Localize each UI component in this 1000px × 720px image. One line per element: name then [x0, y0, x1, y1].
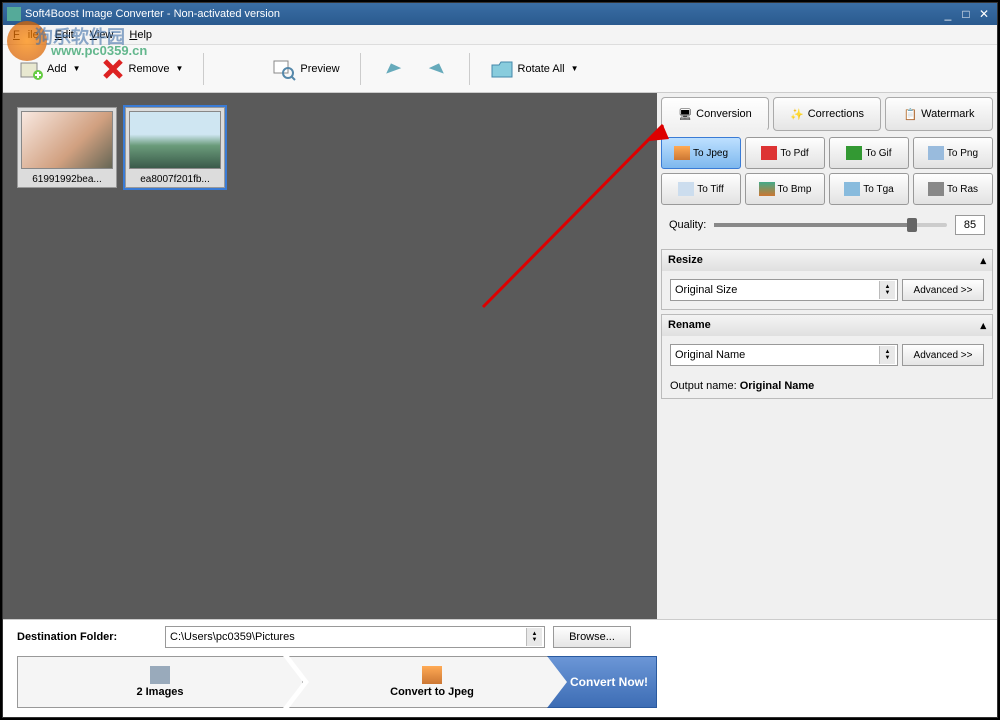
rename-advanced-button[interactable]: Advanced >>	[902, 344, 984, 366]
maximize-button[interactable]: □	[957, 7, 975, 21]
remove-button[interactable]: Remove ▼	[95, 53, 190, 85]
separator	[469, 53, 470, 85]
rename-section: Rename ▴ Original Name ▲▼ Advanced >> Ou…	[661, 314, 993, 399]
gif-icon	[846, 146, 862, 160]
add-button[interactable]: Add ▼	[13, 53, 87, 85]
destination-label: Destination Folder:	[17, 631, 157, 643]
collapse-icon: ▴	[980, 319, 986, 332]
collapse-icon: ▴	[980, 254, 986, 267]
rotate-left-icon	[381, 57, 405, 81]
rotate-left-button[interactable]	[375, 53, 411, 85]
resize-advanced-button[interactable]: Advanced >>	[902, 279, 984, 301]
tga-icon	[844, 182, 860, 196]
stamp-icon: 📋	[903, 108, 917, 121]
destination-path[interactable]: C:\Users\pc0359\Pictures ▲▼	[165, 626, 545, 648]
thumbnail[interactable]: ea8007f201fb...	[125, 107, 225, 188]
quality-label: Quality:	[669, 219, 706, 231]
menu-help[interactable]: Help	[125, 28, 156, 42]
tab-watermark[interactable]: 📋 Watermark	[885, 97, 993, 131]
format-bmp[interactable]: To Bmp	[745, 173, 825, 205]
title-bar: Soft4Boost Image Converter - Non-activat…	[3, 3, 997, 25]
spinner-icon[interactable]: ▲▼	[879, 281, 895, 299]
wand-icon: ✨	[790, 108, 804, 121]
thumbnail-image	[129, 111, 221, 169]
menu-edit[interactable]: Edit	[51, 28, 78, 42]
format-gif[interactable]: To Gif	[829, 137, 909, 169]
window-title: Soft4Boost Image Converter - Non-activat…	[25, 8, 939, 20]
add-label: Add	[47, 63, 67, 75]
thumbnail-area[interactable]: 61991992bea... ea8007f201fb...	[3, 93, 657, 619]
bottom-panel: Destination Folder: C:\Users\pc0359\Pict…	[3, 619, 997, 717]
tab-conversion[interactable]: 🖥 Conversion	[661, 97, 769, 131]
jpeg-icon	[422, 666, 442, 684]
output-name-row: Output name: Original Name	[662, 374, 992, 398]
annotation-arrow	[443, 117, 673, 327]
separator	[360, 53, 361, 85]
rename-header[interactable]: Rename ▴	[662, 315, 992, 336]
browse-button[interactable]: Browse...	[553, 626, 631, 648]
thumbnail-image	[21, 111, 113, 169]
step-images[interactable]: 2 Images	[17, 656, 303, 708]
separator	[203, 53, 204, 85]
preview-label: Preview	[300, 63, 339, 75]
menu-file[interactable]: File	[9, 28, 43, 42]
resize-header[interactable]: Resize ▴	[662, 250, 992, 271]
rotate-all-label: Rotate All	[518, 63, 565, 75]
menu-bar: File Edit View Help	[3, 25, 997, 45]
format-tga[interactable]: To Tga	[829, 173, 909, 205]
toolbar: Add ▼ Remove ▼ Preview Rotate All ▼	[3, 45, 997, 93]
pdf-icon	[761, 146, 777, 160]
images-icon	[150, 666, 170, 684]
spinner-icon[interactable]: ▲▼	[879, 346, 895, 364]
spinner-icon[interactable]: ▲▼	[526, 628, 542, 646]
chevron-down-icon: ▼	[175, 64, 183, 73]
menu-view[interactable]: View	[86, 28, 118, 42]
thumbnail-caption: 61991992bea...	[18, 172, 116, 187]
format-png[interactable]: To Png	[913, 137, 993, 169]
monitor-icon: 🖥	[678, 108, 692, 121]
format-jpeg[interactable]: To Jpeg	[661, 137, 741, 169]
step-format[interactable]: Convert to Jpeg	[289, 656, 575, 708]
side-panel: 🖥 Conversion ✨ Corrections 📋 Watermark T…	[657, 93, 997, 619]
add-icon	[19, 57, 43, 81]
rotate-right-icon	[425, 57, 449, 81]
tiff-icon	[678, 182, 694, 196]
folder-icon	[490, 57, 514, 81]
preview-button[interactable]: Preview	[266, 53, 345, 85]
rename-select[interactable]: Original Name ▲▼	[670, 344, 898, 366]
minimize-button[interactable]: _	[939, 7, 957, 21]
tab-corrections[interactable]: ✨ Corrections	[773, 97, 881, 131]
format-tiff[interactable]: To Tiff	[661, 173, 741, 205]
resize-select[interactable]: Original Size ▲▼	[670, 279, 898, 301]
rotate-all-button[interactable]: Rotate All ▼	[484, 53, 585, 85]
thumbnail-caption: ea8007f201fb...	[126, 172, 224, 187]
app-icon	[7, 7, 21, 21]
quality-slider[interactable]	[714, 223, 947, 227]
remove-label: Remove	[129, 63, 170, 75]
thumbnail[interactable]: 61991992bea...	[17, 107, 117, 188]
format-pdf[interactable]: To Pdf	[745, 137, 825, 169]
rotate-right-button[interactable]	[419, 53, 455, 85]
preview-icon	[272, 57, 296, 81]
bmp-icon	[759, 182, 775, 196]
chevron-down-icon: ▼	[73, 64, 81, 73]
resize-section: Resize ▴ Original Size ▲▼ Advanced >>	[661, 249, 993, 310]
png-icon	[928, 146, 944, 160]
quality-value[interactable]: 85	[955, 215, 985, 235]
remove-icon	[101, 57, 125, 81]
format-ras[interactable]: To Ras	[913, 173, 993, 205]
chevron-down-icon: ▼	[571, 64, 579, 73]
close-button[interactable]: ✕	[975, 7, 993, 21]
ras-icon	[928, 182, 944, 196]
jpeg-icon	[674, 146, 690, 160]
